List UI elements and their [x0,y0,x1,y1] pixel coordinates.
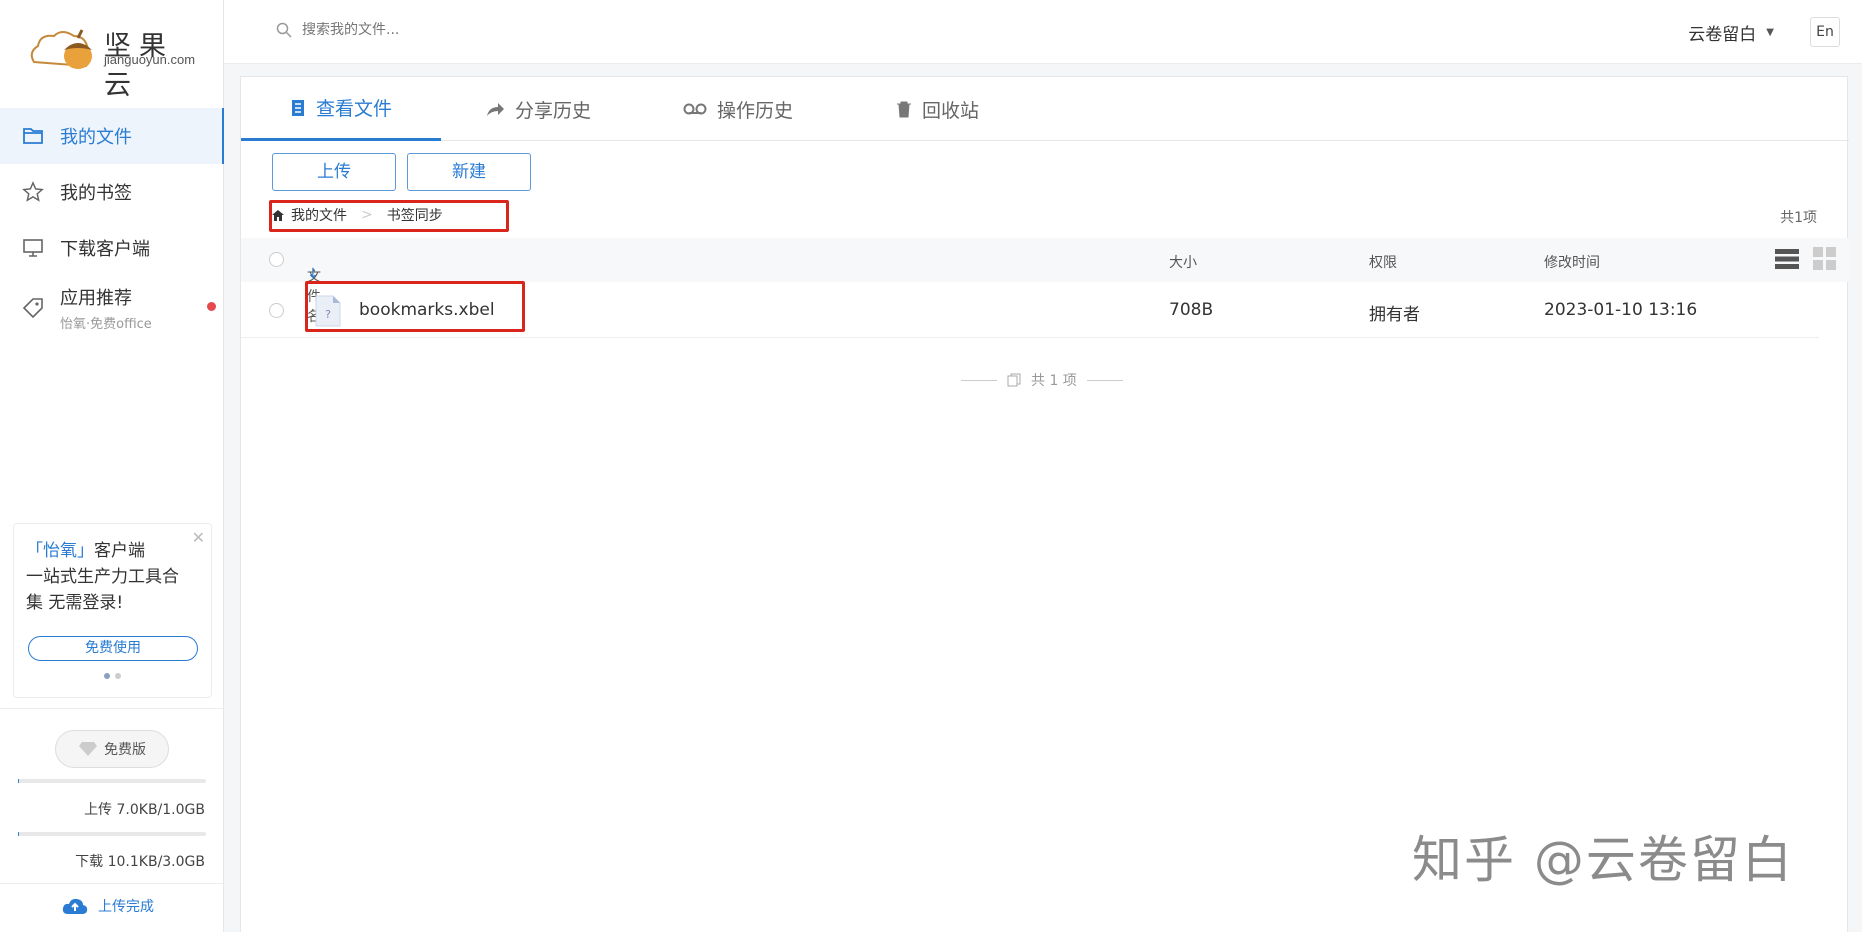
upload-quota: 上传 7.0KB/1.0GB [84,802,205,818]
tab-recycle-bin[interactable]: 回收站 [896,77,979,141]
monitor-icon [20,236,46,260]
sidebar-item-label: 我的书签 [60,183,132,204]
tab-label: 分享历史 [515,99,592,122]
carousel-dots [104,673,121,679]
file-modified: 2023-01-10 13:16 [1544,300,1698,320]
brand-domain: jianguoyun.com [104,52,196,67]
tab-operation-history[interactable]: 操作历史 [683,77,793,141]
watermark: 知乎 @云卷留白 [1412,831,1794,889]
grid-view-icon[interactable] [1813,247,1837,271]
promo-line: 一站式生产力工具合 [26,567,179,587]
promo-text: 「怡氧」客户端 一站式生产力工具合 集 无需登录! [26,538,199,616]
tab-label: 查看文件 [315,98,392,120]
search-icon [276,22,292,38]
tab-label: 操作历史 [717,99,794,122]
folder-icon [20,124,46,148]
divider [961,379,997,381]
sidebar-item-app-recommend[interactable]: 应用推荐 怡氧·免费office [0,276,224,340]
promo-highlight: 「怡氧」 [26,541,94,561]
search-input[interactable] [302,22,562,38]
promo-line: 客户端 [94,541,145,561]
close-icon[interactable]: ✕ [192,528,205,547]
select-all-checkbox[interactable] [269,252,284,267]
sidebar: 坚果云 jianguoyun.com 我的文件 我的书签 下载客户端 应用推荐 … [0,0,224,932]
highlight-box [269,200,509,232]
promo-card: ✕ 「怡氧」客户端 一站式生产力工具合 集 无需登录! 免费使用 [13,523,212,698]
sidebar-item-download-client[interactable]: 下载客户端 [0,220,224,276]
column-header-permission: 权限 [1369,255,1397,271]
carousel-dot[interactable] [115,673,121,679]
tag-icon [20,296,46,320]
copy-icon [1007,373,1021,387]
list-view-icon[interactable] [1775,247,1799,271]
sidebar-item-my-files[interactable]: 我的文件 [0,108,224,164]
promo-line: 集 无需登录! [26,593,124,613]
tab-view-files[interactable]: 查看文件 [241,77,441,141]
column-header-size: 大小 [1169,255,1197,271]
diamond-icon [79,742,97,756]
upload-button[interactable]: 上传 [272,153,396,191]
main-panel: 查看文件 分享历史 操作历史 回收站 上传 新建 我的文件 > 书签同步 共1项… [240,76,1849,932]
acorn-logo-icon [30,29,92,69]
user-name: 云卷留白 [1688,25,1757,45]
item-count: 共1项 [1780,210,1817,226]
language-toggle[interactable]: En [1810,17,1840,47]
sidebar-item-label: 应用推荐 [60,288,132,309]
divider [0,883,224,884]
upload-status[interactable]: 上传完成 [62,896,154,916]
file-size: 708B [1169,300,1214,320]
column-header-modified: 修改时间 [1544,255,1600,271]
view-switcher [1775,247,1837,271]
carousel-dot[interactable] [104,673,110,679]
highlight-box [305,281,525,332]
footer-count-label: 共 1 项 [1031,373,1077,389]
divider [0,708,224,709]
user-menu[interactable]: 云卷留白 ▼ [1688,20,1774,45]
star-icon [20,180,46,204]
plan-badge[interactable]: 免费版 [55,730,169,768]
sidebar-item-bookmarks[interactable]: 我的书签 [0,164,224,220]
share-icon [487,103,504,116]
sidebar-item-label: 下载客户端 [60,239,150,260]
tab-label: 回收站 [922,99,980,122]
caret-down-icon: ▼ [1766,27,1774,38]
trash-icon [897,101,911,118]
history-icon [683,103,707,115]
brand-logo[interactable]: 坚果云 jianguoyun.com [28,22,198,101]
cloud-upload-icon [62,898,88,914]
sidebar-item-sublabel: 怡氧·免费office [60,317,152,332]
tab-bar: 查看文件 分享历史 操作历史 回收站 [241,77,1849,141]
notification-dot [207,302,216,311]
download-quota: 下载 10.1KB/3.0GB [75,854,205,870]
top-bar: 云卷留白 ▼ En [224,0,1862,64]
upload-quota-bar [18,779,206,783]
plan-label: 免费版 [104,742,146,758]
sort-arrow-icon: ↓ [307,266,319,282]
document-icon [291,99,304,116]
file-permission: 拥有者 [1369,305,1420,325]
sidebar-item-label: 我的文件 [60,127,132,148]
upload-status-label: 上传完成 [98,899,154,915]
divider [1086,379,1123,381]
free-use-button[interactable]: 免费使用 [28,636,198,661]
new-button[interactable]: 新建 [407,153,531,191]
list-footer: 共 1 项 [961,370,1123,390]
search-box [276,22,562,38]
tab-share-history[interactable]: 分享历史 [485,77,591,141]
table-header: 文件名 ↓ 大小 权限 修改时间 [241,238,1849,325]
download-quota-bar [18,832,206,836]
row-checkbox[interactable] [269,303,284,318]
sidebar-nav: 我的文件 我的书签 下载客户端 应用推荐 怡氧·免费office [0,108,224,340]
